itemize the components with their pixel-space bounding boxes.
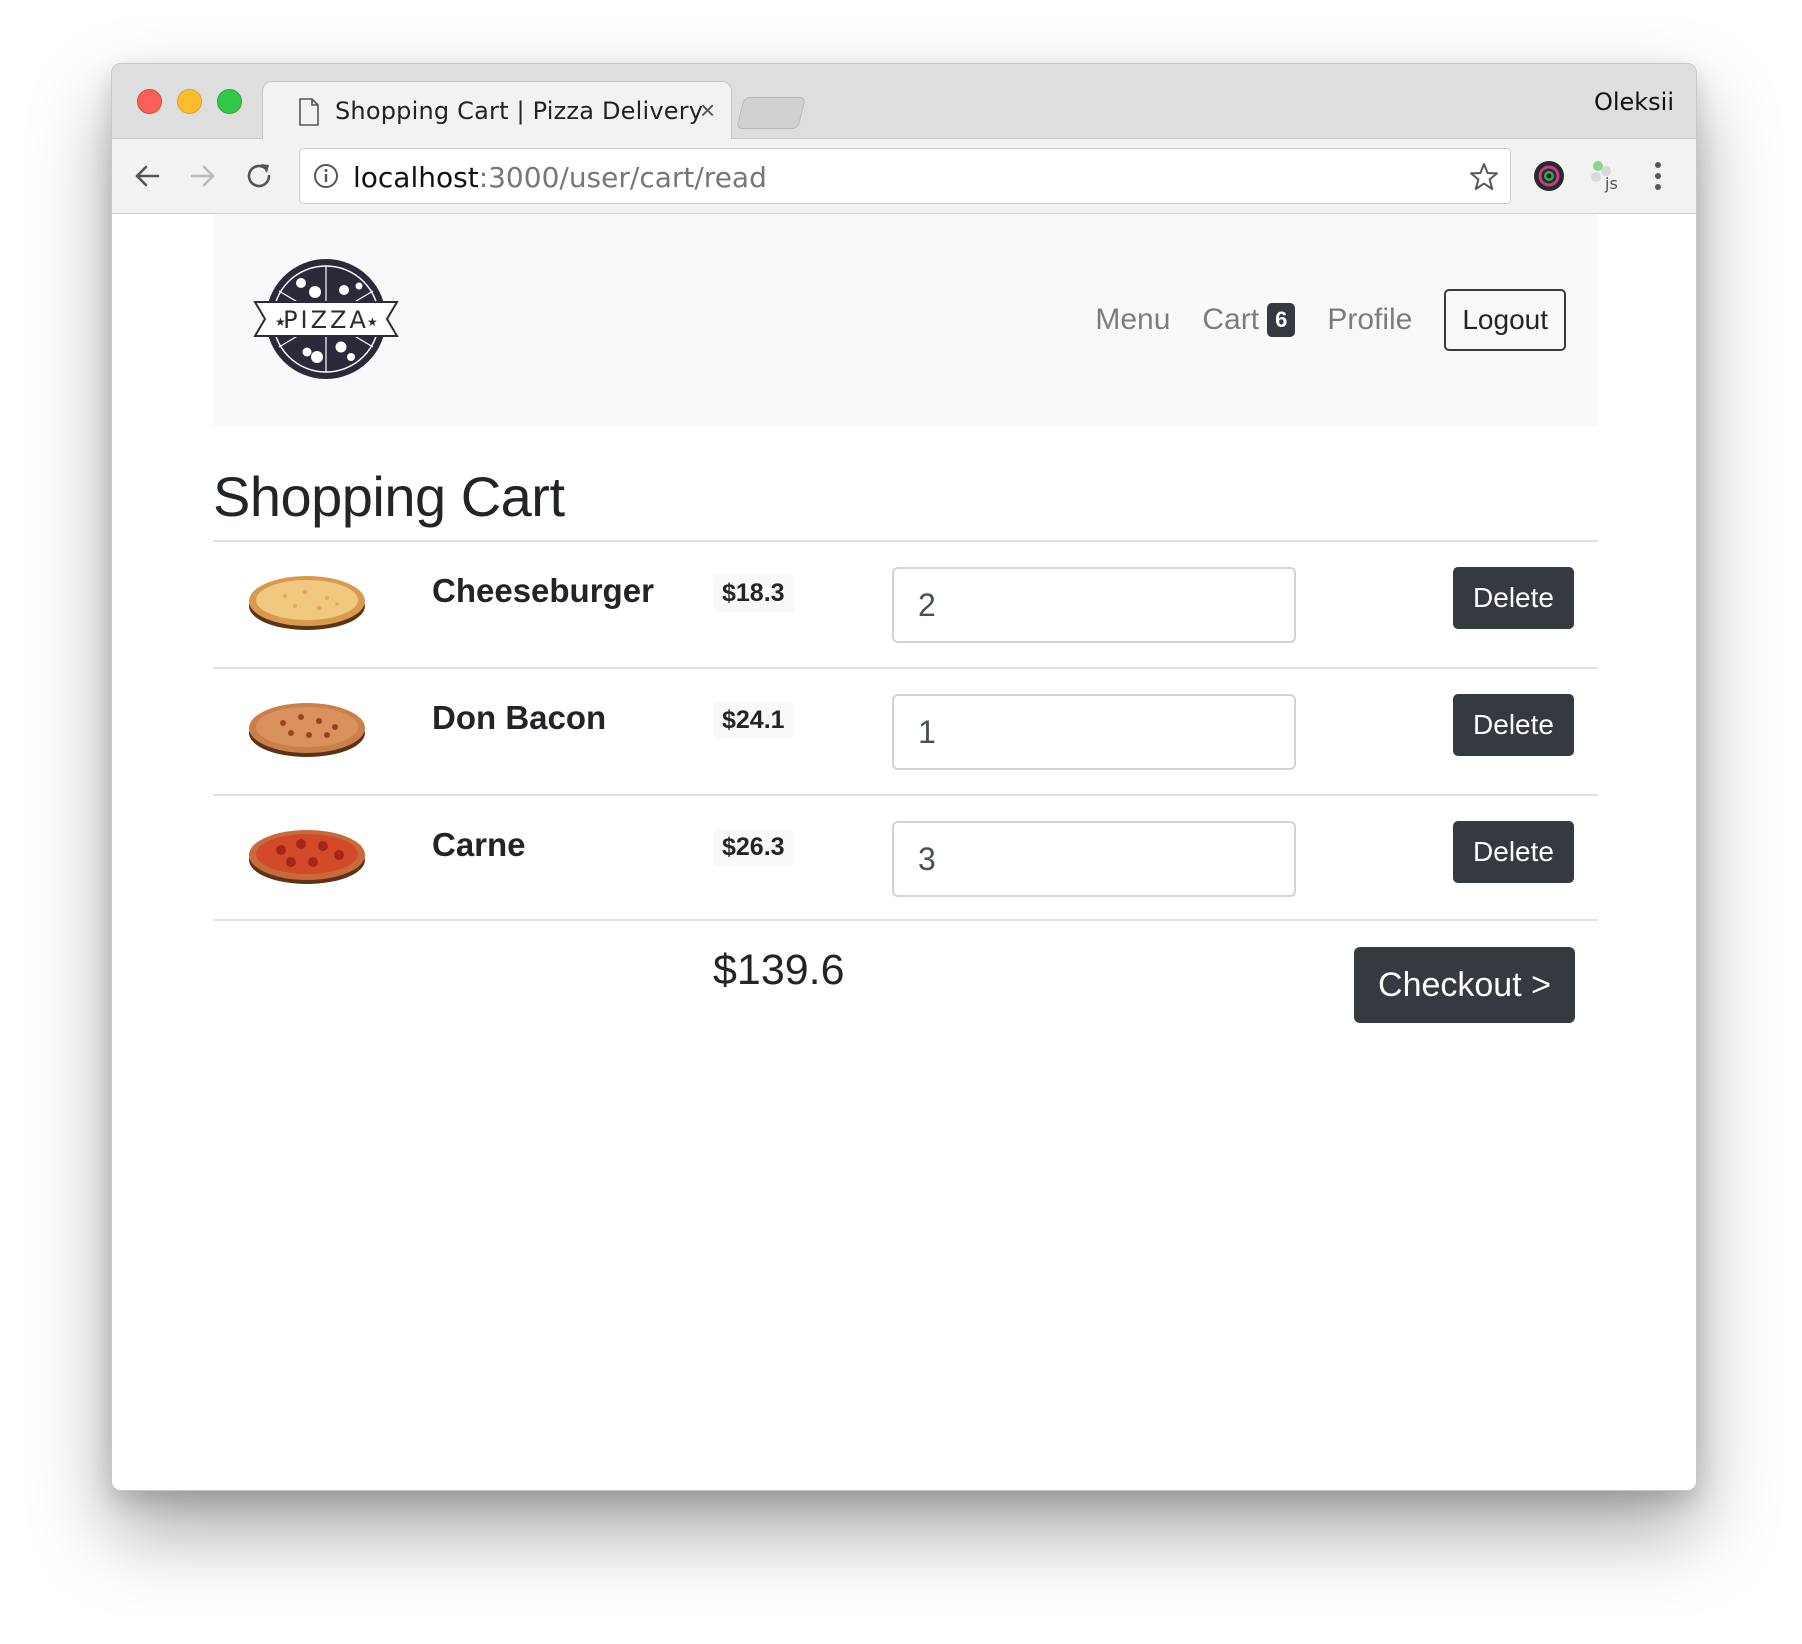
info-icon[interactable] xyxy=(312,162,340,190)
site-navbar: PIZZA ★ ★ Menu Cart 6 Profile Logout xyxy=(213,214,1598,426)
reload-icon[interactable] xyxy=(242,159,276,193)
item-name: Carne xyxy=(432,826,526,863)
cart-table: Cheeseburger $18.3 Delete Don Bacon $24.… xyxy=(213,540,1598,921)
item-name: Cheeseburger xyxy=(432,572,654,609)
zoom-window-button[interactable] xyxy=(217,89,242,114)
close-window-button[interactable] xyxy=(137,89,162,114)
camera-extension-icon[interactable] xyxy=(1532,159,1566,193)
delete-button[interactable]: Delete xyxy=(1453,567,1574,629)
delete-button[interactable]: Delete xyxy=(1453,694,1574,756)
browser-profile-name[interactable]: Oleksii xyxy=(1594,88,1674,116)
pizza-image xyxy=(249,703,365,757)
svg-text:★: ★ xyxy=(367,315,378,329)
cart-row: Cheeseburger $18.3 Delete xyxy=(213,540,1598,667)
svg-text:★: ★ xyxy=(275,315,286,329)
item-name: Don Bacon xyxy=(432,699,607,736)
document-icon xyxy=(299,98,319,126)
page-title: Shopping Cart xyxy=(213,465,565,528)
nav-link-cart-label: Cart xyxy=(1202,303,1260,336)
pizza-logo[interactable]: PIZZA ★ ★ xyxy=(251,256,401,382)
quantity-input[interactable] xyxy=(892,567,1296,643)
item-price-badge: $24.1 xyxy=(713,702,794,739)
cart-row: Carne $26.3 Delete xyxy=(213,794,1598,921)
item-price-badge: $18.3 xyxy=(713,575,794,612)
tab-bar: Shopping Cart | Pizza Delivery × Oleksii xyxy=(112,64,1696,141)
tab-title: Shopping Cart | Pizza Delivery xyxy=(335,97,704,125)
nav-link-menu[interactable]: Menu xyxy=(1095,303,1170,337)
js-extension-icon[interactable]: js xyxy=(1588,157,1626,195)
svg-text:js: js xyxy=(1604,174,1618,193)
quantity-input[interactable] xyxy=(892,694,1296,770)
back-arrow-icon[interactable] xyxy=(130,159,164,193)
nav-link-cart[interactable]: Cart 6 xyxy=(1202,303,1296,337)
browser-window: Shopping Cart | Pizza Delivery × Oleksii… xyxy=(111,63,1697,1491)
delete-button[interactable]: Delete xyxy=(1453,821,1574,883)
nav-link-profile[interactable]: Profile xyxy=(1327,303,1412,337)
minimize-window-button[interactable] xyxy=(177,89,202,114)
browser-tab-active[interactable]: Shopping Cart | Pizza Delivery × xyxy=(262,81,732,141)
cart-count-badge: 6 xyxy=(1267,303,1296,337)
page-content: PIZZA ★ ★ Menu Cart 6 Profile Logout Sho… xyxy=(112,214,1696,1490)
address-bar[interactable]: localhost:3000/user/cart/read xyxy=(299,148,1511,204)
browser-menu-icon[interactable] xyxy=(1652,159,1664,193)
url-text[interactable]: localhost:3000/user/cart/read xyxy=(353,161,767,194)
cart-row: Don Bacon $24.1 Delete xyxy=(213,667,1598,794)
quantity-input[interactable] xyxy=(892,821,1296,897)
pizza-image xyxy=(249,576,365,630)
checkout-button[interactable]: Checkout > xyxy=(1354,947,1575,1023)
tab-close-icon[interactable]: × xyxy=(700,95,715,126)
item-price-badge: $26.3 xyxy=(713,829,794,866)
logout-button[interactable]: Logout xyxy=(1444,289,1566,351)
bookmark-star-icon[interactable] xyxy=(1468,161,1500,193)
url-host: localhost xyxy=(353,161,479,194)
new-tab-button[interactable] xyxy=(736,97,806,129)
cart-total: $139.6 xyxy=(713,946,845,994)
browser-toolbar: localhost:3000/user/cart/read js xyxy=(112,139,1696,214)
url-path: :3000/user/cart/read xyxy=(478,161,767,194)
nav-links: Menu Cart 6 Profile Logout xyxy=(1095,289,1566,351)
forward-arrow-icon[interactable] xyxy=(186,159,220,193)
pizza-image xyxy=(249,830,365,884)
logo-text: PIZZA xyxy=(283,306,369,334)
